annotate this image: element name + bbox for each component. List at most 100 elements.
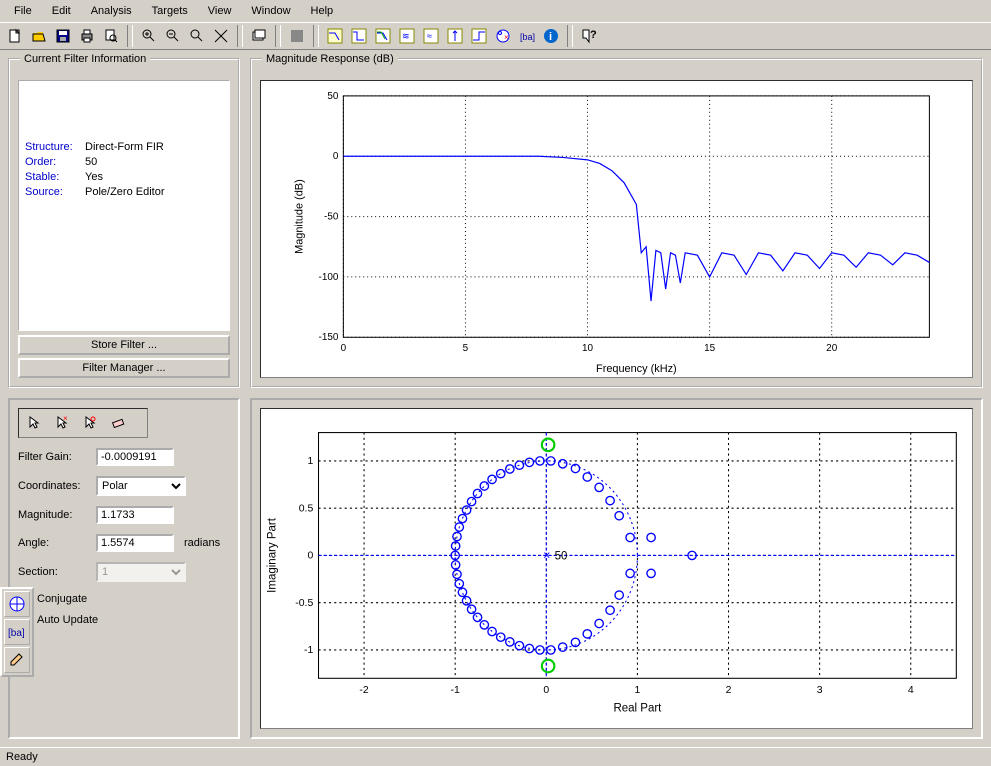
- store-filter-button[interactable]: Store Filter ...: [18, 335, 230, 355]
- menubar: File Edit Analysis Targets View Window H…: [0, 0, 991, 22]
- mag-title: Magnitude Response (dB): [262, 53, 398, 65]
- svg-text:1: 1: [307, 456, 313, 467]
- coord-select[interactable]: Polar: [96, 476, 186, 496]
- svg-text:2: 2: [726, 685, 732, 696]
- menu-edit[interactable]: Edit: [42, 2, 81, 20]
- svg-text:-50: -50: [324, 212, 339, 223]
- pz-add-pole-icon[interactable]: ×: [49, 411, 75, 435]
- fi-structure-val: Direct-Form FIR: [85, 141, 164, 153]
- magnitude-input[interactable]: [96, 506, 174, 524]
- phase-response-icon[interactable]: [348, 25, 370, 47]
- svg-text:Imaginary Part: Imaginary Part: [267, 517, 279, 593]
- svg-text:-1: -1: [304, 645, 313, 656]
- svg-text:0: 0: [333, 151, 339, 162]
- fi-stable-val: Yes: [85, 171, 103, 183]
- magnitude-label: Magnitude:: [18, 509, 90, 521]
- filter-info-title: Current Filter Information: [20, 53, 150, 65]
- zoom-fit-icon[interactable]: [210, 25, 232, 47]
- coord-label: Coordinates:: [18, 480, 90, 492]
- new-icon[interactable]: [4, 25, 26, 47]
- print-icon[interactable]: [76, 25, 98, 47]
- info-icon[interactable]: i: [540, 25, 562, 47]
- phase-delay-icon[interactable]: ≈: [420, 25, 442, 47]
- zoom-out-icon[interactable]: [162, 25, 184, 47]
- impulse-icon[interactable]: [444, 25, 466, 47]
- fi-source-label: Source:: [25, 186, 85, 198]
- svg-text:≋: ≋: [402, 31, 410, 41]
- magnitude-response-plot[interactable]: -150-100-5005005101520Frequency (kHz)Mag…: [260, 80, 973, 378]
- svg-text:[ba]: [ba]: [520, 32, 535, 42]
- svg-text:5: 5: [463, 343, 469, 354]
- svg-text:Real Part: Real Part: [613, 703, 662, 715]
- group-delay-icon[interactable]: ≋: [396, 25, 418, 47]
- zoom-y-icon[interactable]: [186, 25, 208, 47]
- statusbar: Ready: [0, 747, 991, 766]
- zoom-in-icon[interactable]: [138, 25, 160, 47]
- svg-text:×: ×: [63, 415, 68, 423]
- menu-file[interactable]: File: [4, 2, 42, 20]
- svg-text:1: 1: [635, 685, 641, 696]
- svg-text:Frequency (kHz): Frequency (kHz): [596, 363, 677, 375]
- side-edit-icon[interactable]: [4, 647, 30, 673]
- angle-unit: radians: [184, 537, 220, 549]
- filter-manager-button[interactable]: Filter Manager ...: [18, 358, 230, 378]
- gain-input[interactable]: [96, 448, 174, 466]
- mag-response-icon[interactable]: [324, 25, 346, 47]
- angle-input[interactable]: [96, 534, 174, 552]
- whats-this-icon[interactable]: ?: [578, 25, 600, 47]
- filter-spec-icon[interactable]: [286, 25, 308, 47]
- menu-analysis[interactable]: Analysis: [81, 2, 142, 20]
- print-preview-icon[interactable]: [100, 25, 122, 47]
- menu-help[interactable]: Help: [301, 2, 344, 20]
- pz-eraser-icon[interactable]: [105, 411, 131, 435]
- step-icon[interactable]: [468, 25, 490, 47]
- svg-text:-150: -150: [319, 332, 339, 343]
- pz-toolbar: ×: [18, 408, 148, 438]
- svg-text:-100: -100: [319, 272, 339, 283]
- side-pz-icon[interactable]: [4, 591, 30, 617]
- section-select: 1: [96, 562, 186, 582]
- side-toolbar: [ba]: [0, 587, 34, 677]
- svg-text:0: 0: [543, 685, 549, 696]
- svg-text:≈: ≈: [427, 31, 432, 41]
- menu-targets[interactable]: Targets: [142, 2, 198, 20]
- section-label: Section:: [18, 566, 90, 578]
- menu-view[interactable]: View: [198, 2, 242, 20]
- svg-text:×: ×: [543, 549, 550, 563]
- fi-structure-label: Structure:: [25, 141, 85, 153]
- svg-text:?: ?: [590, 29, 597, 41]
- svg-text:4: 4: [908, 685, 914, 696]
- angle-label: Angle:: [18, 537, 90, 549]
- open-icon[interactable]: [28, 25, 50, 47]
- svg-text:i: i: [549, 31, 552, 43]
- fi-order-label: Order:: [25, 156, 85, 168]
- gain-label: Filter Gain:: [18, 451, 90, 463]
- svg-text:0: 0: [307, 551, 313, 562]
- coefficients-icon[interactable]: [ba]: [516, 25, 538, 47]
- mag-phase-icon[interactable]: [372, 25, 394, 47]
- pz-plot[interactable]: -1-0.500.51-2-101234×50Real PartImaginar…: [260, 408, 973, 729]
- svg-text:20: 20: [826, 343, 838, 354]
- svg-text:3: 3: [817, 685, 823, 696]
- svg-text:50: 50: [327, 91, 339, 102]
- pz-add-zero-icon[interactable]: [77, 411, 103, 435]
- pz-arrow-icon[interactable]: [21, 411, 47, 435]
- svg-text:-2: -2: [359, 685, 368, 696]
- svg-text:15: 15: [704, 343, 716, 354]
- svg-text:10: 10: [582, 343, 594, 354]
- side-coef-icon[interactable]: [ba]: [4, 619, 30, 645]
- fi-source-val: Pole/Zero Editor: [85, 186, 164, 198]
- save-icon[interactable]: [52, 25, 74, 47]
- filter-info-panel: Current Filter Information Structure:Dir…: [8, 58, 240, 388]
- magnitude-response-panel: Magnitude Response (dB) -150-100-5005005…: [250, 58, 983, 388]
- svg-text:0: 0: [341, 343, 347, 354]
- svg-text:×: ×: [504, 33, 509, 42]
- status-text: Ready: [6, 751, 38, 763]
- new-window-icon[interactable]: [248, 25, 270, 47]
- fi-stable-label: Stable:: [25, 171, 85, 183]
- autoupdate-label: Auto Update: [37, 614, 98, 626]
- svg-text:50: 50: [555, 551, 568, 563]
- pole-zero-icon[interactable]: ×: [492, 25, 514, 47]
- menu-window[interactable]: Window: [241, 2, 300, 20]
- pz-plot-panel: -1-0.500.51-2-101234×50Real PartImaginar…: [250, 398, 983, 739]
